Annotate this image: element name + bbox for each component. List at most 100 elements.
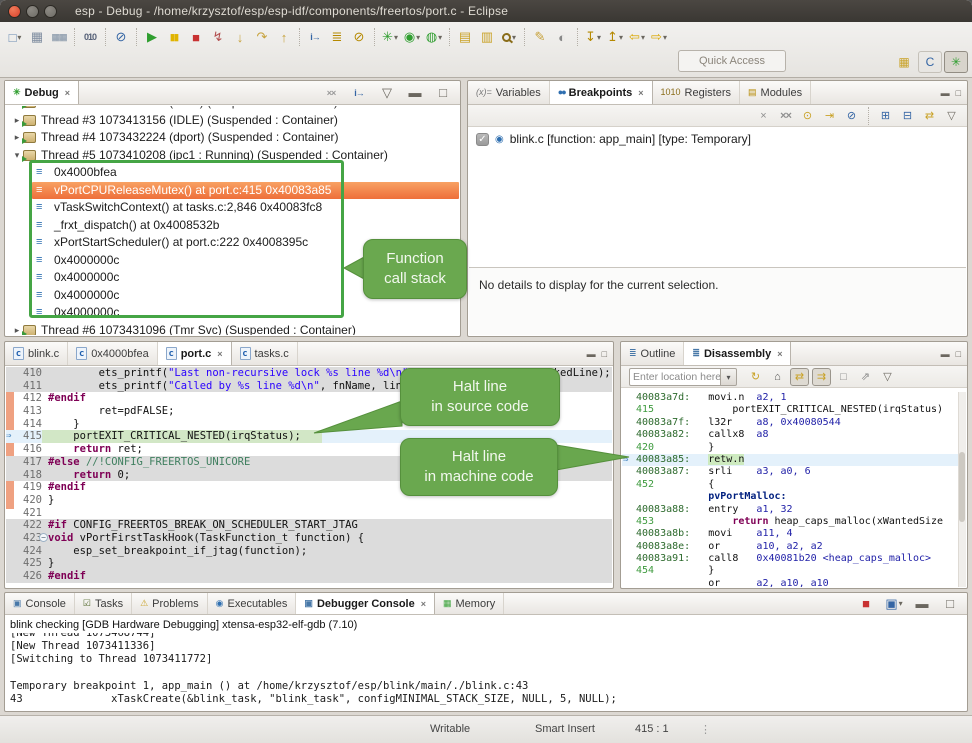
window-maximize-button[interactable] xyxy=(44,5,57,18)
resume-button[interactable]: ▶ xyxy=(141,26,163,48)
next-annotation-button[interactable]: ↥▾ xyxy=(604,26,626,48)
debug-call-stack-tree[interactable]: ▸Thread #2 1073413312 (IDLE) (Suspended … xyxy=(6,106,459,335)
open-in-new-view-button[interactable]: ⇗ xyxy=(856,368,875,386)
maximize-icon[interactable]: □ xyxy=(602,349,607,359)
show-execution-context-button[interactable]: ≣ xyxy=(326,26,348,48)
tab-debugger-console[interactable]: ▣ Debugger Console × xyxy=(296,593,435,614)
refresh-button[interactable]: ↻ xyxy=(746,368,765,386)
mark-occurrences-button[interactable]: ✎ xyxy=(529,26,551,48)
skip-all-breakpoints-button[interactable]: ⊘ xyxy=(110,26,132,48)
minimize-icon[interactable]: ▬ xyxy=(941,349,950,359)
thread-row[interactable]: ▸Thread #6 1073431096 (Tmr Svc) (Suspend… xyxy=(6,322,459,336)
tab-console[interactable]: ▣ Console xyxy=(5,593,75,614)
terminate-button[interactable]: ■ xyxy=(855,593,877,615)
tab-tasks[interactable]: ☑ Tasks xyxy=(75,593,132,614)
breakpoint-item[interactable]: ✓ ◉ blink.c [function: app_main] [type: … xyxy=(468,127,967,146)
go-to-file-button[interactable]: ⇥ xyxy=(820,107,839,125)
tab-problems[interactable]: ⚠ Problems xyxy=(132,593,208,614)
tab-debug[interactable]: ✳ Debug × xyxy=(5,81,79,104)
open-resource-button[interactable]: ▥ xyxy=(476,26,498,48)
breakpoint-checkbox[interactable]: ✓ xyxy=(476,133,489,146)
minimize-icon[interactable]: ▬ xyxy=(587,349,596,359)
tab-executables[interactable]: ◉ Executables xyxy=(208,593,297,614)
quick-access-box[interactable]: Quick Access xyxy=(678,50,786,72)
tab-memory[interactable]: ▦ Memory xyxy=(435,593,504,614)
disassembly-scrollbar[interactable] xyxy=(958,392,966,587)
stack-frame-row[interactable]: ≡0x4000000c xyxy=(6,304,459,322)
forward-button[interactable]: ⇨▾ xyxy=(648,26,670,48)
highlight-button[interactable]: ◐ xyxy=(551,26,573,48)
open-type-button[interactable]: ▤ xyxy=(454,26,476,48)
binary-view-button[interactable]: 010 xyxy=(79,26,101,48)
home-button[interactable]: ⌂ xyxy=(768,368,787,386)
minimize-button[interactable]: ▬ xyxy=(911,593,933,615)
disconnect-button[interactable]: ↯ xyxy=(207,26,229,48)
debug-perspective-button[interactable]: ✳ xyxy=(944,51,968,73)
new-wizard-button[interactable]: □▾ xyxy=(4,26,26,48)
tab-modules[interactable]: ▤ Modules xyxy=(740,81,811,104)
console-content[interactable]: blink checking [GDB Hardware Debugging] … xyxy=(6,616,966,710)
maximize-button[interactable]: □ xyxy=(939,593,961,615)
stack-frame-row[interactable]: ≡_frxt_dispatch() at 0x4008532b xyxy=(6,217,459,235)
open-perspective-button[interactable]: ▦ xyxy=(892,51,916,73)
tab-port-c[interactable]: c port.c × xyxy=(158,342,232,365)
trace-control-button[interactable]: ⊘ xyxy=(348,26,370,48)
save-button[interactable]: ▦ xyxy=(26,26,48,48)
close-icon[interactable]: × xyxy=(777,349,782,359)
debug-button[interactable]: ✳▾ xyxy=(379,26,401,48)
close-icon[interactable]: × xyxy=(65,88,70,98)
thread-row[interactable]: ▾Thread #5 1073410208 (ipc1 : Running) (… xyxy=(6,147,459,165)
thread-row[interactable]: ▸Thread #3 1073413156 (IDLE) (Suspended … xyxy=(6,112,459,130)
link-with-debug-view-button[interactable]: ⇄ xyxy=(920,107,939,125)
window-close-button[interactable] xyxy=(8,5,21,18)
instruction-stepping-button[interactable]: i→ xyxy=(304,26,326,48)
display-selected-console-button[interactable]: ▣▾ xyxy=(883,593,905,615)
tab-disassembly[interactable]: ≣ Disassembly × xyxy=(684,342,791,365)
close-icon[interactable]: × xyxy=(638,88,643,98)
track-expression-toggle[interactable]: ⇉ xyxy=(812,368,831,386)
instruction-stepping-mode-button[interactable]: i→ xyxy=(348,82,370,104)
chevron-down-icon[interactable]: ▾ xyxy=(721,368,737,386)
thread-row[interactable]: ▸Thread #4 1073432224 (dport) (Suspended… xyxy=(6,129,459,147)
remove-breakpoint-button[interactable]: × xyxy=(754,107,773,125)
step-over-button[interactable]: ↷ xyxy=(251,26,273,48)
maximize-icon[interactable]: □ xyxy=(956,349,961,359)
search-button[interactable]: ▾ xyxy=(498,26,520,48)
close-icon[interactable]: × xyxy=(217,349,222,359)
step-into-button[interactable]: ↓ xyxy=(229,26,251,48)
tab-breakpoints[interactable]: ●● Breakpoints × xyxy=(550,81,653,104)
minimize-button[interactable]: ▬ xyxy=(404,82,426,104)
view-menu-button[interactable]: ▽ xyxy=(376,82,398,104)
stack-frame-row[interactable]: ≡0x4000bfea xyxy=(6,164,459,182)
previous-annotation-button[interactable]: ↧▾ xyxy=(582,26,604,48)
remove-all-breakpoints-button[interactable]: ×× xyxy=(776,107,795,125)
close-icon[interactable]: × xyxy=(421,599,426,609)
c-perspective-button[interactable]: C xyxy=(918,51,942,73)
maximize-icon[interactable]: □ xyxy=(956,88,961,98)
expand-all-button[interactable]: ⊞ xyxy=(876,107,895,125)
tab-tasks-c[interactable]: c tasks.c xyxy=(232,342,298,365)
tab-variables[interactable]: (x)= Variables xyxy=(468,81,550,104)
tab-0x4000bfea[interactable]: c 0x4000bfea xyxy=(68,342,158,365)
fold-icon[interactable]: − xyxy=(39,533,48,542)
terminate-button[interactable]: ■ xyxy=(185,26,207,48)
step-return-button[interactable]: ↑ xyxy=(273,26,295,48)
maximize-button[interactable]: □ xyxy=(432,82,454,104)
tab-blink-c[interactable]: c blink.c xyxy=(5,342,68,365)
view-menu-button[interactable]: ▽ xyxy=(878,368,897,386)
tab-outline[interactable]: ≣ Outline xyxy=(621,342,684,365)
collapse-all-button[interactable]: ⊟ xyxy=(898,107,917,125)
external-tools-button[interactable]: ◍▾ xyxy=(423,26,445,48)
back-button[interactable]: ⇦▾ xyxy=(626,26,648,48)
skip-all-breakpoints-toggle[interactable]: ⊘ xyxy=(842,107,861,125)
view-menu-button[interactable]: ▽ xyxy=(942,107,961,125)
disassembly-listing[interactable]: 40083a7d: movi.n a2, 1415 portEXIT_CRITI… xyxy=(622,392,966,587)
tab-registers[interactable]: 1010 Registers xyxy=(653,81,741,104)
sync-with-source-toggle[interactable]: ⇄ xyxy=(790,368,809,386)
suspend-button[interactable]: ▮▮ xyxy=(163,26,185,48)
show-breakpoints-for-selection-button[interactable]: ⊙ xyxy=(798,107,817,125)
run-button[interactable]: ◉▾ xyxy=(401,26,423,48)
location-input[interactable]: Enter location here xyxy=(629,368,721,386)
minimize-icon[interactable]: ▬ xyxy=(941,88,950,98)
remove-all-terminated-button[interactable]: ×× xyxy=(320,82,342,104)
